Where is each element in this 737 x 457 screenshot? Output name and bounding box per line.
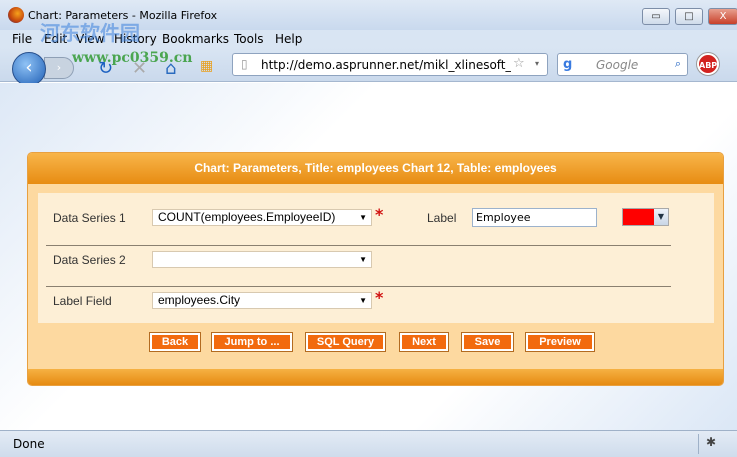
color-swatch [623, 209, 655, 225]
save-button[interactable]: Save [461, 332, 514, 352]
back-button[interactable]: Back [149, 332, 201, 352]
firefox-icon [8, 7, 24, 23]
data-series-1-select[interactable]: COUNT(employees.EmployeeID) ▼ [152, 209, 372, 226]
label-field-value: employees.City [158, 293, 241, 307]
menu-help[interactable]: Help [275, 32, 302, 46]
panel-title: Chart: Parameters, Title: employees Char… [28, 153, 723, 184]
search-bar[interactable]: g Google ⌕ [557, 53, 688, 76]
menu-file[interactable]: File [12, 32, 32, 46]
maximize-button[interactable]: □ [675, 8, 703, 25]
apps-icon[interactable]: ▦ [200, 58, 213, 74]
status-text: Done [13, 437, 45, 451]
forward-button[interactable]: › [44, 57, 74, 79]
required-icon: * [375, 288, 384, 307]
menu-edit[interactable]: Edit [44, 32, 67, 46]
menu-history[interactable]: History [114, 32, 157, 46]
minimize-button[interactable]: ▭ [642, 8, 670, 25]
series-label-input[interactable]: Employee [472, 208, 597, 227]
chevron-down-icon: ▼ [654, 209, 668, 225]
form-area: Data Series 1 COUNT(employees.EmployeeID… [38, 193, 714, 323]
divider [698, 434, 699, 454]
data-series-1-label: Data Series 1 [53, 211, 126, 225]
search-icon[interactable]: ⌕ [675, 57, 681, 71]
title-bar: Chart: Parameters - Mozilla Firefox ▭ □ … [0, 0, 737, 30]
chart-parameters-panel: Chart: Parameters, Title: employees Char… [27, 152, 724, 386]
jump-to-button[interactable]: Jump to ... [211, 332, 293, 352]
url-dropdown-icon[interactable]: ▾ [535, 59, 539, 68]
next-button[interactable]: Next [399, 332, 449, 352]
series-color-picker[interactable]: ▼ [622, 208, 669, 226]
chevron-down-icon: ▼ [359, 213, 367, 222]
preview-button[interactable]: Preview [525, 332, 595, 352]
data-series-2-select[interactable]: ▼ [152, 251, 372, 268]
label-field-label: Label Field [53, 294, 112, 308]
menu-view[interactable]: View [76, 32, 104, 46]
divider [46, 286, 671, 287]
url-bar[interactable]: ▯ http://demo.asprunner.net/mikl_xlineso… [232, 53, 548, 76]
data-series-2-label: Data Series 2 [53, 253, 126, 267]
search-input[interactable]: Google [596, 58, 638, 72]
status-bar: Done ✱ [0, 430, 737, 457]
menu-bar: File Edit View History Bookmarks Tools H… [0, 30, 737, 48]
menu-bookmarks[interactable]: Bookmarks [162, 32, 229, 46]
star-icon[interactable]: ☆ [513, 56, 525, 71]
adblock-icon[interactable]: ABP [697, 53, 719, 75]
google-icon: g [563, 57, 573, 72]
series-label-label: Label [427, 211, 457, 225]
url-text[interactable]: http://demo.asprunner.net/mikl_xlinesoft… [261, 58, 511, 72]
label-field-select[interactable]: employees.City ▼ [152, 292, 372, 309]
back-button[interactable]: ‹ [12, 52, 46, 86]
data-series-1-value: COUNT(employees.EmployeeID) [158, 210, 336, 224]
page-icon: ▯ [241, 57, 248, 71]
window-title: Chart: Parameters - Mozilla Firefox [28, 9, 218, 22]
watermark-url: www.pc0359.cn [72, 50, 193, 66]
panel-footer [28, 369, 723, 385]
chevron-down-icon: ▼ [359, 255, 367, 264]
bug-icon[interactable]: ✱ [706, 435, 716, 449]
chevron-down-icon: ▼ [359, 296, 367, 305]
sql-query-button[interactable]: SQL Query [305, 332, 386, 352]
menu-tools[interactable]: Tools [234, 32, 264, 46]
divider [46, 245, 671, 246]
close-button[interactable]: X [708, 8, 737, 25]
required-icon: * [375, 205, 384, 224]
